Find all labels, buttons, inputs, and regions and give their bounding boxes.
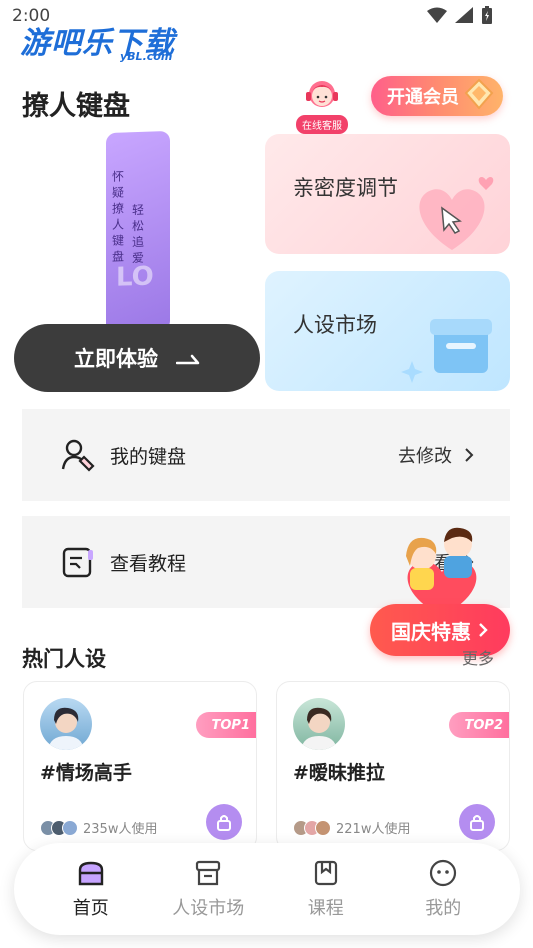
hero-phone-illustration: 怀疑撩人键盘 轻松追爱 LO xyxy=(106,130,170,334)
user-avatar xyxy=(315,819,331,836)
tab-courses[interactable]: 课程 xyxy=(276,858,376,920)
arrow-right-icon xyxy=(176,354,200,365)
home-icon xyxy=(78,861,103,886)
watermark-sub: yBL.com xyxy=(120,50,173,63)
top-badge-label: TOP2 xyxy=(464,717,504,733)
page-title: 撩人键盘 xyxy=(22,91,130,122)
try-now-label: 立即体验 xyxy=(74,347,158,371)
hero-phone-text-2: 轻松追爱 xyxy=(132,202,145,266)
top-badge: TOP1 xyxy=(196,712,256,738)
try-now-button[interactable]: 立即体验 xyxy=(14,324,260,392)
tab-persona-market[interactable]: 人设市场 xyxy=(158,858,258,920)
store-illustration-icon xyxy=(401,319,492,383)
lock-icon xyxy=(217,815,231,831)
chevron-right-icon xyxy=(479,623,488,637)
heart-cursor-icon xyxy=(419,177,494,250)
persona-card[interactable]: TOP2 #暧昧推拉 221w人使用 xyxy=(276,681,510,851)
national-day-promo[interactable]: 国庆特惠 xyxy=(370,520,510,660)
persona-avatar-image xyxy=(48,707,84,750)
top-badge-label: TOP1 xyxy=(211,717,251,733)
persona-card[interactable]: TOP1 #情场高手 235w人使用 xyxy=(23,681,257,851)
hero-phone-text-3: LO xyxy=(116,261,154,293)
tab-persona-market-label: 人设市场 xyxy=(172,898,245,919)
lock-icon xyxy=(470,815,484,831)
crown-icon xyxy=(464,78,494,110)
tab-profile[interactable]: 我的 xyxy=(393,858,493,920)
persona-users: 221w人使用 xyxy=(293,818,410,837)
persona-name: #情场高手 xyxy=(40,762,132,784)
more-label: 更多 xyxy=(462,649,495,668)
lock-button[interactable] xyxy=(459,804,495,840)
edit-action-label: 去修改 xyxy=(398,446,452,467)
hot-personas-title: 热门人设 xyxy=(22,647,106,671)
tutorial-icon xyxy=(62,547,93,578)
usage-count: 235w人使用 xyxy=(83,822,158,837)
signal-icon xyxy=(455,7,473,23)
intimacy-card-title: 亲密度调节 xyxy=(293,176,398,200)
tab-home-label: 首页 xyxy=(72,898,109,919)
lock-button[interactable] xyxy=(206,804,242,840)
online-service-button[interactable]: 在线客服 xyxy=(292,76,352,134)
user-avatar xyxy=(62,819,78,836)
vip-button[interactable]: 开通会员 xyxy=(371,76,503,116)
customer-service-icon xyxy=(306,81,338,107)
top-badge: TOP2 xyxy=(449,712,509,738)
battery-icon xyxy=(482,6,492,24)
avatar xyxy=(293,698,345,750)
intimacy-adjust-card[interactable]: 亲密度调节 xyxy=(265,134,510,254)
persona-market-card[interactable]: 人设市场 xyxy=(265,271,510,391)
usage-count: 221w人使用 xyxy=(336,822,411,837)
tab-profile-label: 我的 xyxy=(425,898,462,919)
more-link[interactable]: 更多 xyxy=(462,645,494,669)
user-edit-icon xyxy=(61,439,95,472)
hero-phone-text: 怀疑撩人键盘 xyxy=(112,169,125,264)
store-icon xyxy=(196,860,221,886)
profile-icon xyxy=(430,859,457,887)
status-icons xyxy=(427,6,493,24)
my-keyboard-label: 我的键盘 xyxy=(110,445,187,468)
chevron-right-icon xyxy=(465,448,474,462)
tab-courses-label: 课程 xyxy=(307,898,344,919)
bottom-tab-bar: 首页 人设市场 课程 我的 xyxy=(14,843,520,935)
persona-avatar-image xyxy=(301,707,337,750)
vip-label: 开通会员 xyxy=(387,87,459,108)
promo-label: 国庆特惠 xyxy=(391,619,471,644)
persona-card-title: 人设市场 xyxy=(293,313,377,337)
avatar xyxy=(40,698,92,750)
wifi-icon xyxy=(427,7,447,23)
bookmark-icon xyxy=(314,860,337,886)
tab-home[interactable]: 首页 xyxy=(41,858,141,920)
online-service-label: 在线客服 xyxy=(296,115,348,134)
persona-name: #暧昧推拉 xyxy=(293,762,385,784)
persona-users: 235w人使用 xyxy=(40,818,157,837)
my-keyboard-row[interactable]: 我的键盘 去修改 xyxy=(22,409,510,501)
